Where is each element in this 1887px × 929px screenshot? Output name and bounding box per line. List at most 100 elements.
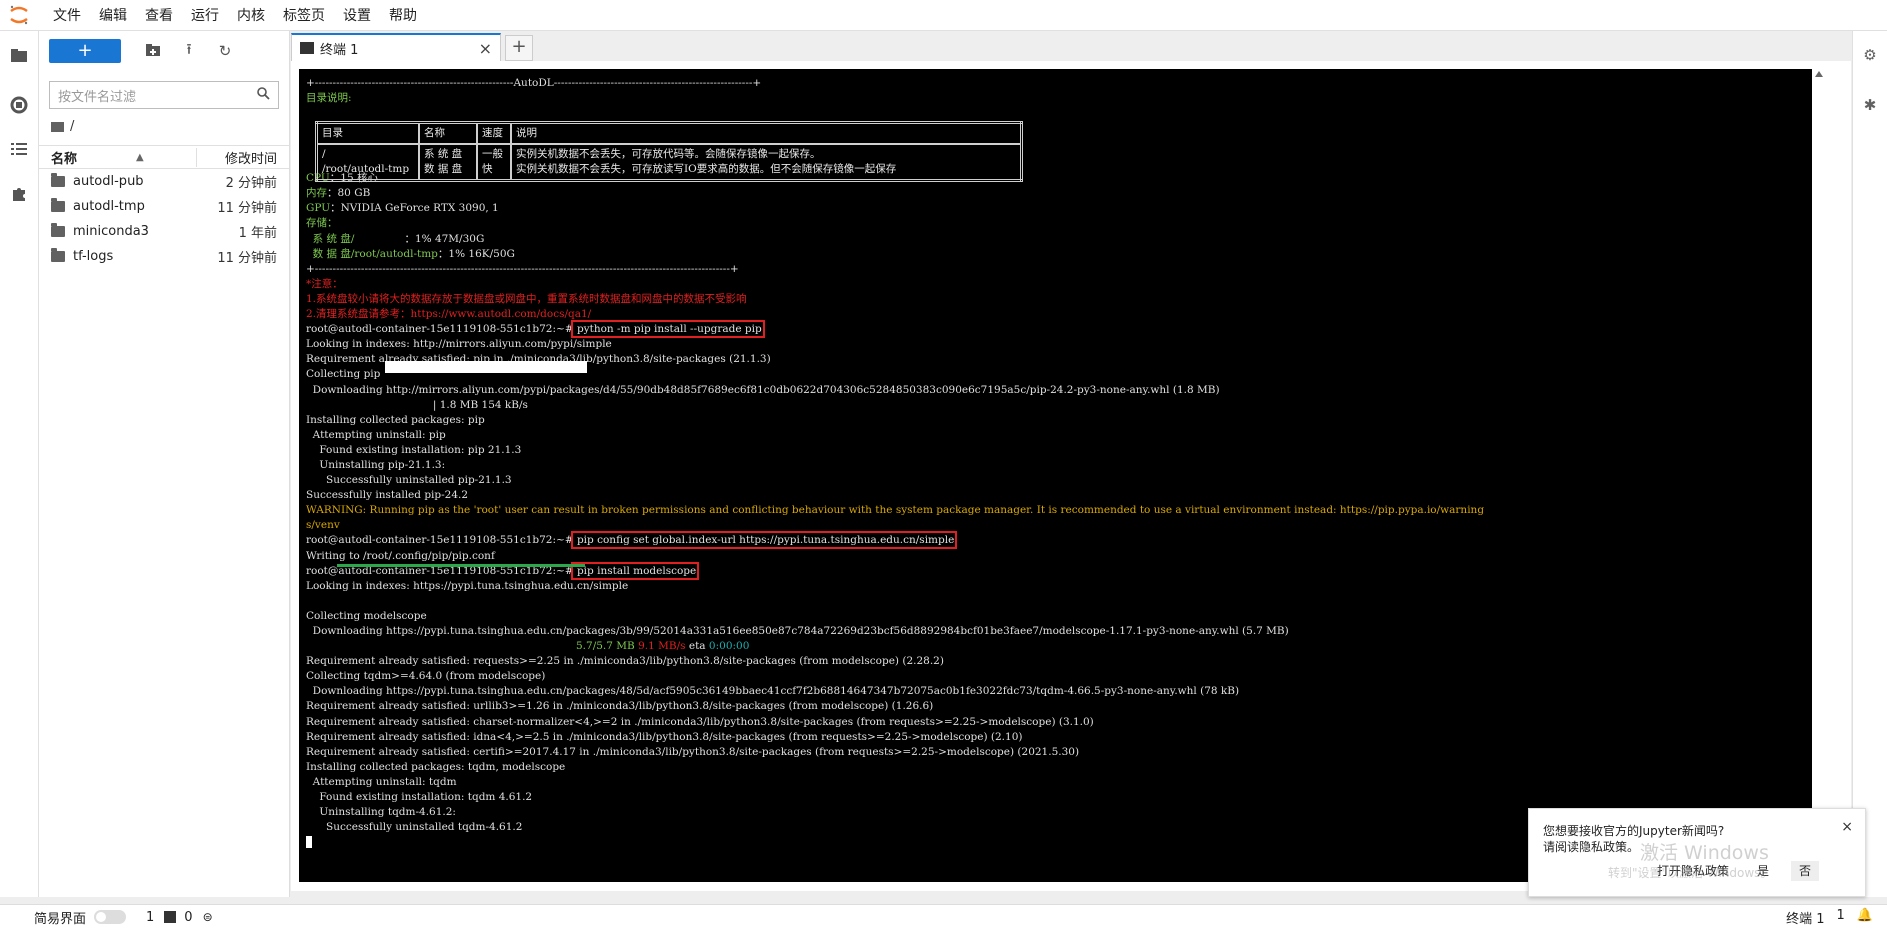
term-warning-cont: s/venv	[306, 519, 340, 532]
notification-bell-icon[interactable]: 🔔	[1857, 908, 1873, 927]
term-prompt: root@autodl-container-15e1119108-551c1b7…	[306, 534, 574, 547]
term-gpu-label: GPU	[306, 202, 331, 215]
file-name: autodl-pub	[73, 174, 144, 189]
term-warning: WARNING: Running pip as the 'root' user …	[306, 504, 1485, 517]
table-header-speed: 速度	[476, 121, 512, 145]
running-kernels-icon[interactable]	[0, 85, 38, 125]
terminal-count: 1	[146, 909, 155, 925]
simple-mode-toggle[interactable]	[94, 910, 127, 924]
menu-settings[interactable]: 设置	[334, 5, 380, 25]
terminal-icon	[300, 42, 314, 54]
new-folder-icon[interactable]	[135, 42, 171, 60]
term-line: Successfully uninstalled pip-21.1.3	[306, 474, 512, 487]
term-progress-eta-label: eta	[688, 640, 706, 653]
file-row-autodl-tmp[interactable]: autodl-tmp 11 分钟前	[39, 194, 289, 219]
tab-terminal-1[interactable]: 终端 1 ×	[291, 33, 501, 61]
table-of-contents-icon[interactable]	[0, 129, 38, 169]
term-banner: +---------------------------------------…	[306, 77, 762, 89]
table-desc-data: 实例关机数据不会丢失，可存放读写IO要求高的数据。但不会随保存镜像一起保存	[516, 163, 897, 175]
term-cmd-pip-config: pip config set global.index-url https://…	[570, 531, 958, 550]
term-line: Collecting modelscope	[306, 609, 427, 622]
folder-icon	[51, 223, 65, 237]
term-prompt: root@autodl-container-15e1119108-551c1b7…	[306, 323, 574, 336]
menu-run[interactable]: 运行	[182, 5, 228, 25]
term-banner-2: +---------------------------------------…	[306, 262, 739, 275]
menu-view[interactable]: 查看	[136, 5, 182, 25]
file-browser-panel: + ⭱ ↻ 按文件名过滤 / 名称 ▲ 修改时间 autodl-pub 2 分钟…	[39, 31, 290, 897]
close-icon[interactable]: ×	[1841, 819, 1853, 835]
active-terminal-label: 终端 1	[1786, 912, 1825, 927]
close-icon[interactable]: ×	[479, 39, 492, 58]
file-filter-input[interactable]: 按文件名过滤	[49, 81, 279, 109]
breadcrumb-root[interactable]: /	[70, 119, 74, 134]
term-mem-val: ：80 GB	[327, 187, 371, 200]
file-modified: 2 分钟前	[225, 176, 277, 191]
term-line: Successfully installed pip-24.2	[306, 489, 469, 502]
term-line: Requirement already satisfied: charset-n…	[306, 715, 1094, 728]
term-line: Found existing installation: pip 21.1.3	[306, 443, 522, 456]
menu-tabs[interactable]: 标签页	[274, 5, 334, 25]
term-note-title: *注意：	[306, 277, 343, 290]
term-line: Collecting tqdm>=4.64.0 (from modelscope…	[306, 670, 546, 683]
scroll-up-arrow-icon[interactable]	[1815, 71, 1823, 77]
file-row-miniconda3[interactable]: miniconda3 1 年前	[39, 219, 289, 244]
table-speed-normal: 一般	[482, 148, 503, 160]
term-line: Found existing installation: tqdm 4.61.2	[306, 791, 533, 804]
add-tab-button[interactable]: +	[505, 35, 533, 61]
extension-puzzle-icon[interactable]	[0, 173, 38, 213]
debugger-bug-icon[interactable]: ✱	[1853, 85, 1887, 125]
term-note-2: 2.清理系统盘请参考：https://www.autodl.com/docs/q…	[306, 308, 592, 321]
term-mem-label: 内存	[306, 187, 327, 200]
new-launcher-button[interactable]: +	[49, 39, 121, 63]
breadcrumb-home-folder-icon[interactable]	[51, 121, 64, 132]
terminal-panel: +---------------------------------------…	[291, 61, 1851, 891]
file-name: miniconda3	[73, 224, 149, 239]
table-header-dir: 目录	[315, 121, 420, 145]
breadcrumb[interactable]: /	[51, 119, 289, 139]
term-progress-size: 5.7/5.7 MB	[576, 640, 635, 653]
term-progress-speed: 9.1 MB/s	[638, 640, 686, 653]
tab-bar: 终端 1 × +	[291, 31, 1851, 61]
refresh-icon[interactable]: ↻	[207, 42, 243, 60]
property-inspector-gears-icon[interactable]: ⚙	[1853, 35, 1887, 75]
table-header-name: 名称	[418, 121, 478, 145]
file-row-autodl-pub[interactable]: autodl-pub 2 分钟前	[39, 169, 289, 194]
table-desc-sys: 实例关机数据不会丢失，可存放代码等。会随保存镜像一起保存。	[516, 148, 821, 160]
table-cell-names: 系 统 盘数 据 盘	[418, 143, 478, 182]
terminal-scrollbar[interactable]	[1812, 69, 1826, 882]
no-button[interactable]: 否	[1791, 861, 1820, 881]
table-speed-fast: 快	[482, 163, 493, 175]
file-row-tf-logs[interactable]: tf-logs 11 分钟前	[39, 244, 289, 269]
term-cmd-upgrade-pip: python -m pip install --upgrade pip	[570, 320, 765, 339]
folder-icon[interactable]	[0, 35, 38, 75]
term-data-disk-label: 数 据 盘/root/autodl-tmp	[306, 247, 438, 260]
term-line: Writing to /root/.config/pip/pip.conf	[306, 549, 495, 562]
kernel-status-icon[interactable]: ⊜	[203, 910, 213, 924]
kernel-count: 0	[184, 909, 193, 925]
term-line: Downloading http://mirrors.aliyun.com/py…	[306, 383, 1220, 396]
upload-icon[interactable]: ⭱	[171, 39, 207, 64]
menu-help[interactable]: 帮助	[380, 5, 426, 25]
directory-info-table: 目录 名称 速度 说明 / /root/autodl-tmp 系 统 盘数 据 盘…	[315, 121, 1023, 182]
menu-kernel[interactable]: 内核	[228, 5, 274, 25]
term-line: Downloading https://pypi.tuna.tsinghua.e…	[306, 685, 1240, 698]
table-cell-speeds: 一般快	[476, 143, 512, 182]
menu-file[interactable]: 文件	[44, 5, 90, 25]
column-header-modified[interactable]: 修改时间	[196, 147, 289, 167]
column-header-name[interactable]: 名称	[39, 148, 136, 167]
menu-bar: 文件 编辑 查看 运行 内核 标签页 设置 帮助	[0, 0, 1887, 31]
search-icon	[257, 86, 270, 104]
term-line: Installing collected packages: tqdm, mod…	[306, 760, 566, 773]
tab-label: 终端 1	[320, 42, 359, 58]
terminal-screen[interactable]: +---------------------------------------…	[299, 69, 1826, 882]
term-data-disk-val: ：1% 16K/50G	[437, 247, 515, 260]
folder-icon	[51, 198, 65, 212]
term-cmd-install-modelscope: pip install modelscope	[570, 561, 700, 580]
table-dir-root: /	[322, 148, 326, 160]
term-progress-line-pip: | 1.8 MB 154 kB/s	[306, 398, 528, 411]
menu-edit[interactable]: 编辑	[90, 5, 136, 25]
notification-message: 您想要接收官方的Jupyter新闻吗?	[1543, 824, 1725, 838]
table-header-desc: 说明	[510, 121, 1023, 145]
sort-ascending-icon[interactable]: ▲	[136, 152, 196, 163]
table-dir-autodl-tmp: /root/autodl-tmp	[322, 163, 410, 175]
